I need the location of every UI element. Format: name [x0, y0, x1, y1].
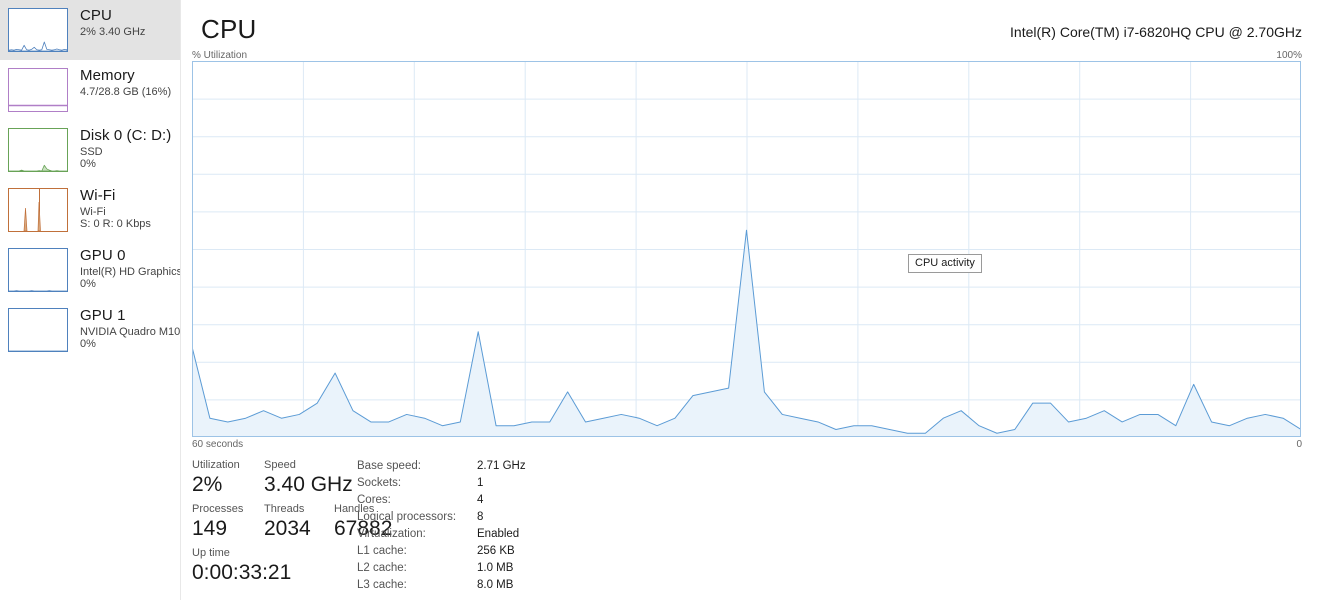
sidebar-item-title: Disk 0 (C: D:) — [80, 128, 172, 144]
sidebar-item-detail: 0% — [80, 278, 96, 291]
stat-label: Utilization — [192, 459, 240, 471]
cpu-spec-value: 8.0 MB — [477, 579, 514, 591]
sidebar-item-wifi[interactable]: Wi-Fi Wi-Fi S: 0 R: 0 Kbps — [0, 180, 180, 240]
cpu-activity-tooltip: CPU activity — [908, 254, 982, 274]
cpu-detail-pane: CPU Intel(R) Core(TM) i7-6820HQ CPU @ 2.… — [181, 0, 1324, 600]
cpu-thumbnail — [8, 8, 68, 52]
cpu-spec-table: Base speed: 2.71 GHz Sockets: 1 Cores: 4 Logic… — [357, 460, 526, 596]
stat-utilization: Utilization 2% — [192, 459, 240, 497]
cpu-spec-row: L2 cache: 1.0 MB — [357, 562, 526, 579]
sidebar-item-disk-0[interactable]: Disk 0 (C: D:) SSD 0% — [0, 120, 180, 180]
stat-processes: Processes 149 — [192, 503, 243, 541]
sidebar-item-text: Disk 0 (C: D:) SSD 0% — [68, 128, 171, 171]
gpu-0-thumbnail — [8, 248, 68, 292]
cpu-stats-right: Base speed: 2.71 GHz Sockets: 1 Cores: 4 Logic… — [357, 460, 587, 596]
sidebar-item-text: Wi-Fi Wi-Fi S: 0 R: 0 Kbps — [68, 188, 151, 231]
sidebar-item-text: GPU 1 NVIDIA Quadro M10... 0% — [68, 308, 180, 351]
sidebar-item-title: CPU — [80, 8, 112, 24]
cpu-spec-row: L3 cache: 8.0 MB — [357, 579, 526, 596]
sidebar-item-title: Memory — [80, 68, 135, 84]
sidebar-item-subtitle: Wi-Fi — [80, 205, 106, 218]
stat-threads: Threads 2034 — [264, 503, 311, 541]
stats-row: Up time 0:00:33:21 — [192, 547, 367, 591]
cpu-spec-key: L1 cache: — [357, 545, 407, 557]
axis-label-zero: 0 — [1296, 439, 1302, 450]
stat-label: Speed — [264, 459, 296, 471]
gpu-1-thumbnail — [8, 308, 68, 352]
sidebar-item-detail: 0% — [80, 338, 96, 351]
stats-row: Processes 149 Threads 2034 Handles 67882 — [192, 503, 392, 547]
stats-row: Utilization 2% Speed 3.40 GHz — [192, 459, 367, 503]
sidebar-item-subtitle: Intel(R) HD Graphics ... — [80, 265, 180, 278]
sidebar-item-subtitle: NVIDIA Quadro M10... — [80, 325, 180, 338]
disk-0-thumbnail — [8, 128, 68, 172]
sidebar-item-text: GPU 0Intel(R) HD Graphics ...0% — [68, 248, 180, 291]
sidebar-item-title: GPU 0 — [80, 248, 126, 264]
cpu-spec-value: Enabled — [477, 528, 520, 540]
stat-value: 0:00:33:21 — [192, 561, 292, 584]
sidebar-item-title: Wi-Fi — [80, 188, 116, 204]
memory-thumbnail — [8, 68, 68, 112]
axis-label-timespan: 60 seconds — [192, 439, 244, 450]
stat-up-time: Up time 0:00:33:21 — [192, 547, 291, 585]
cpu-spec-row: L1 cache: 256 KB — [357, 545, 526, 562]
cpu-spec-row: Logical processors: 8 — [357, 511, 526, 528]
sidebar-item-text: CPU 2% 3.40 GHz — [68, 8, 145, 38]
cpu-spec-key: Base speed: — [357, 460, 421, 472]
cpu-spec-value: 4 — [477, 494, 484, 506]
cpu-spec-key: Sockets: — [357, 477, 402, 489]
sidebar-item-detail: S: 0 R: 0 Kbps — [80, 218, 151, 231]
stat-value: 3.40 GHz — [264, 473, 353, 496]
cpu-spec-key: Logical processors: — [357, 511, 457, 523]
cpu-model-label: Intel(R) Core(TM) i7-6820HQ CPU @ 2.70GH… — [1010, 24, 1302, 40]
sidebar-item-detail: 0% — [80, 158, 96, 171]
cpu-spec-key: Virtualization: — [357, 528, 426, 540]
cpu-spec-value: 2.71 GHz — [477, 460, 526, 472]
cpu-spec-key: L3 cache: — [357, 579, 407, 591]
sidebar-item-cpu[interactable]: CPU 2% 3.40 GHz — [0, 0, 180, 60]
stat-speed: Speed 3.40 GHz — [264, 459, 353, 497]
cpu-stats-panel: Utilization 2% Speed 3.40 GHz Processes 149 Th… — [181, 455, 1324, 600]
cpu-utilization-graph[interactable] — [192, 61, 1301, 437]
sidebar-item-title: GPU 1 — [80, 308, 126, 324]
stat-label: Threads — [264, 503, 305, 515]
cpu-spec-row: Base speed: 2.71 GHz — [357, 460, 526, 477]
cpu-spec-value: 1.0 MB — [477, 562, 514, 574]
sidebar-item-gpu-1[interactable]: GPU 1 NVIDIA Quadro M10... 0% — [0, 300, 180, 360]
cpu-spec-value: 256 KB — [477, 545, 515, 557]
axis-label-max: 100% — [1276, 50, 1302, 61]
resource-sidebar: CPU 2% 3.40 GHz Memory 4.7/28.8 GB (16%) Dis… — [0, 0, 181, 600]
sidebar-item-gpu-0[interactable]: GPU 0Intel(R) HD Graphics ...0% — [0, 240, 180, 300]
stat-value: 2% — [192, 473, 223, 496]
cpu-spec-row: Virtualization: Enabled — [357, 528, 526, 545]
cpu-spec-key: Cores: — [357, 494, 391, 506]
cpu-spec-value: 1 — [477, 477, 484, 489]
cpu-stats-left: Utilization 2% Speed 3.40 GHz Processes 149 Th… — [192, 459, 392, 591]
task-manager-window: CPU 2% 3.40 GHz Memory 4.7/28.8 GB (16%) Dis… — [0, 0, 1324, 600]
stat-value: 149 — [192, 517, 228, 540]
stat-label: Up time — [192, 547, 230, 559]
axis-label-utilization: % Utilization — [192, 50, 248, 61]
sidebar-item-subtitle: 2% 3.40 GHz — [80, 25, 146, 38]
sidebar-item-memory[interactable]: Memory 4.7/28.8 GB (16%) — [0, 60, 180, 120]
stat-value: 2034 — [264, 517, 311, 540]
cpu-spec-row: Cores: 4 — [357, 494, 526, 511]
sidebar-item-subtitle: SSD — [80, 145, 103, 158]
wifi-thumbnail — [8, 188, 68, 232]
stat-label: Processes — [192, 503, 244, 515]
cpu-spec-key: L2 cache: — [357, 562, 407, 574]
sidebar-item-text: Memory 4.7/28.8 GB (16%) — [68, 68, 171, 98]
cpu-spec-value: 8 — [477, 511, 484, 523]
sidebar-item-subtitle: 4.7/28.8 GB (16%) — [80, 85, 172, 98]
cpu-spec-row: Sockets: 1 — [357, 477, 526, 494]
page-title: CPU — [201, 14, 257, 44]
